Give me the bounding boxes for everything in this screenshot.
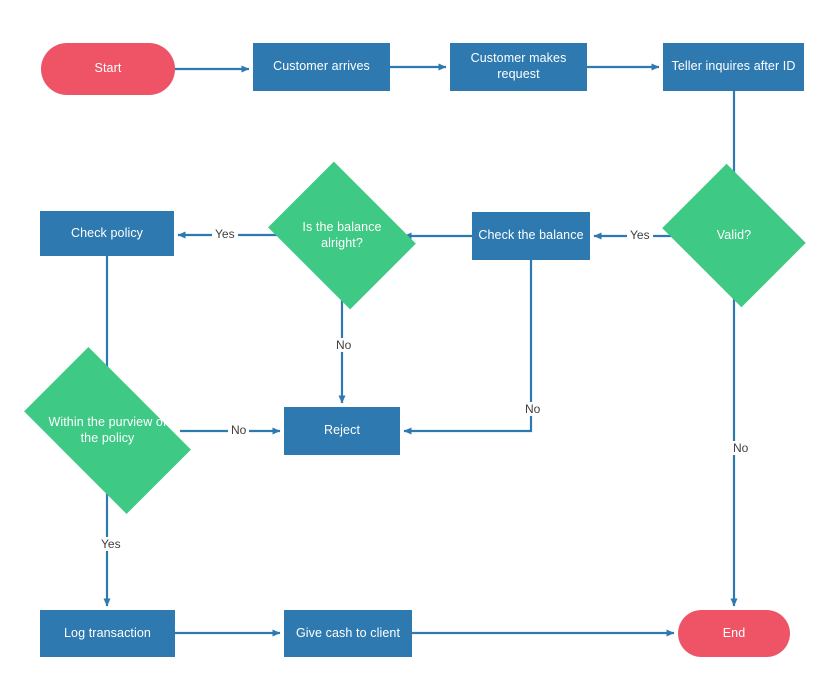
- node-reject[interactable]: Reject: [284, 407, 400, 455]
- node-customer-makes-request[interactable]: Customer makes request: [450, 43, 587, 91]
- node-balance-alright-decision-label: Is the balance alright?: [302, 219, 382, 250]
- node-valid-decision-label: Valid?: [716, 227, 752, 242]
- node-check-the-balance-label: Check the balance: [478, 228, 584, 243]
- node-valid-decision[interactable]: Valid?: [662, 163, 806, 308]
- node-give-cash-to-client[interactable]: Give cash to client: [284, 610, 412, 657]
- edge-label-purview-yes: Yes: [98, 537, 124, 551]
- node-check-policy-label: Check policy: [70, 225, 144, 240]
- flowchart-canvas: Start Customer arrives Customer makes re…: [0, 0, 840, 700]
- node-start[interactable]: Start: [41, 43, 175, 95]
- edge-label-balance-yes: Yes: [212, 227, 238, 241]
- node-purview-decision[interactable]: Within the purview of the policy: [24, 347, 191, 514]
- node-end-label: End: [722, 625, 746, 640]
- node-reject-label: Reject: [323, 423, 361, 438]
- edge-label-purview-no: No: [228, 423, 250, 437]
- node-purview-decision-label: Within the purview of the policy: [48, 414, 167, 445]
- node-check-policy[interactable]: Check policy: [40, 211, 174, 256]
- node-teller-inquires-after-id[interactable]: Teller inquires after ID: [663, 43, 804, 91]
- node-teller-inquires-after-id-label: Teller inquires after ID: [671, 59, 796, 74]
- edge-label-valid-no: No: [730, 441, 752, 455]
- edge-label-valid-yes: Yes: [627, 228, 653, 242]
- node-start-label: Start: [94, 61, 122, 76]
- node-give-cash-to-client-label: Give cash to client: [295, 625, 401, 640]
- edge-label-balance-no: No: [333, 338, 355, 352]
- node-check-the-balance[interactable]: Check the balance: [472, 212, 590, 260]
- node-end[interactable]: End: [678, 610, 790, 657]
- node-balance-alright-decision[interactable]: Is the balance alright?: [268, 161, 416, 310]
- node-customer-makes-request-label: Customer makes request: [470, 51, 567, 81]
- node-customer-arrives-label: Customer arrives: [273, 59, 370, 74]
- edge-label-checkbalance-no: No: [522, 402, 544, 416]
- edge-checkbalance-no-to-reject: [403, 260, 533, 435]
- node-log-transaction-label: Log transaction: [64, 625, 151, 640]
- node-customer-arrives[interactable]: Customer arrives: [253, 43, 390, 91]
- node-log-transaction[interactable]: Log transaction: [40, 610, 175, 657]
- flowchart-connectors: [103, 63, 738, 637]
